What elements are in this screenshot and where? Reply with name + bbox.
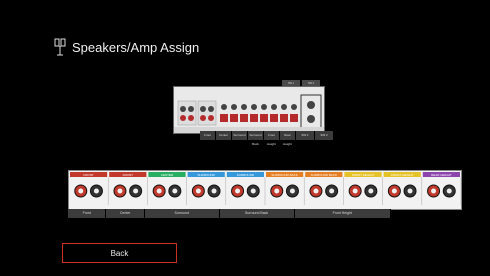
terminal-knob-center (352, 188, 358, 194)
pre-out-labels: Front Center Surround Surround Back Fron… (200, 131, 334, 146)
terminal-section-label: SURROUND (237, 173, 255, 177)
terminal-section: SURROUND BACK (266, 172, 305, 205)
assign-label-front: Front (68, 209, 107, 218)
terminal-section: FRONT HEIGHT (344, 172, 383, 205)
terminal-assign-labels: Front Center Surround Surround Back Fron… (68, 209, 391, 218)
pre-out-label: Surround (232, 131, 248, 140)
terminal-knob-center (117, 188, 123, 194)
terminal-knob-center (250, 188, 256, 194)
terminal-section: FRONT (70, 172, 109, 205)
terminal-section-label: FRONT HEIGHT (391, 173, 414, 177)
terminal-knob-center (172, 188, 178, 194)
pre-out-label: Front (200, 131, 216, 140)
terminal-knob-center (289, 188, 295, 194)
pre-out-panel (173, 86, 325, 134)
terminal-knob-center (407, 188, 413, 194)
terminal-knob-center (274, 188, 280, 194)
pre-out-label: Center (216, 131, 232, 140)
terminal-section-label: SURROUND BACK (271, 173, 297, 177)
terminal-knob-center (156, 188, 162, 194)
speaker-terminals-diagram: FRONT FRONT CENTER SURROUND SURROUND SURROUND… (70, 172, 462, 205)
terminal-knob-center (431, 188, 437, 194)
pre-out-label: SW 2 (315, 131, 334, 140)
assign-label-surround-back: Surround Back (219, 209, 295, 218)
terminal-section-label: SURROUND BACK (311, 173, 337, 177)
page-title: Speakers/Amp Assign (72, 39, 200, 55)
terminal-section: REAR HEIGHT (422, 172, 462, 205)
terminal-knob-center (329, 188, 335, 194)
page-header: Speakers/Amp Assign (54, 38, 199, 56)
pre-out-label: Front Height (264, 131, 280, 146)
terminal-knob-center (78, 188, 84, 194)
terminal-section: FRONT HEIGHT (383, 172, 423, 205)
back-button-label: Back (110, 248, 129, 258)
terminal-knob-center (195, 188, 201, 194)
terminal-knob-center (93, 188, 99, 194)
terminal-section-label: FRONT (83, 173, 93, 177)
assign-label-surround: Surround (144, 209, 220, 218)
terminal-knob-center (368, 188, 374, 194)
terminal-section: CENTER (148, 172, 187, 205)
terminal-knob-center (133, 188, 139, 194)
back-button[interactable]: Back (62, 243, 177, 263)
terminal-section-label: FRONT HEIGHT (352, 173, 375, 177)
terminal-knob-center (446, 188, 452, 194)
terminal-knob-center (235, 188, 241, 194)
assign-label-center: Center (106, 209, 145, 218)
speaker-config-icon (54, 38, 66, 56)
pre-out-diagram (174, 87, 324, 133)
pre-out-label: Surround Back (248, 131, 264, 146)
terminal-knob-center (313, 188, 319, 194)
terminal-section: FRONT (109, 172, 148, 205)
terminal-section: SURROUND BACK (305, 172, 344, 205)
pre-out-label: Rear Height (280, 131, 296, 146)
speaker-terminal-strip: FRONT FRONT CENTER SURROUND SURROUND SURROUND… (68, 170, 462, 210)
terminal-section-label: SURROUND (198, 173, 216, 177)
terminal-section-label: FRONT (123, 173, 133, 177)
terminal-section: SURROUND (226, 172, 266, 205)
terminal-knob-center (391, 188, 397, 194)
terminal-section-label: CENTER (161, 173, 174, 177)
assign-label-front-height: Front Height (294, 209, 391, 218)
pre-out-label: SW 1 (296, 131, 315, 140)
terminal-section-label: REAR HEIGHT (431, 173, 452, 177)
terminal-knob-center (211, 188, 217, 194)
terminal-section: SURROUND (187, 172, 227, 205)
